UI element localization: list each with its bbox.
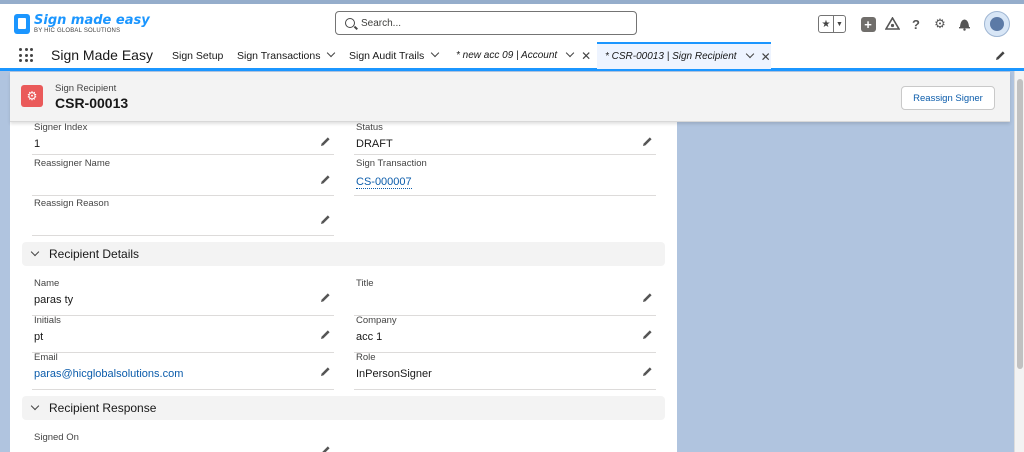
field-label: Reassign Reason [34,198,109,209]
field-value: acc 1 [356,331,383,343]
tab-csr-00013[interactable]: * CSR-00013 | Sign Recipient ✕ [597,42,771,69]
tab-new-acc-09[interactable]: * new acc 09 | Account ✕ [448,42,596,69]
chevron-down-icon [30,247,40,257]
setup-gear-icon[interactable]: ⚙ [932,16,948,32]
field-label: Name [34,278,60,289]
edit-pencil-icon[interactable] [320,292,331,303]
field-initials: Initials pt [32,315,334,353]
field-label: Signed On [34,432,79,443]
close-icon[interactable]: ✕ [581,49,591,63]
field-signer-index: Signer Index 1 [32,122,334,155]
edit-pencil-icon[interactable] [320,445,331,452]
section-recipient-details[interactable]: Recipient Details [22,242,665,266]
sign-transaction-link[interactable]: CS-000007 [356,176,412,189]
field-value: DRAFT [356,138,393,150]
field-value: 1 [34,138,41,150]
scrollbar-thumb[interactable] [1017,79,1023,369]
favorites-button[interactable]: ★ ▼ [818,15,846,33]
chevron-down-icon[interactable] [745,49,754,58]
field-title: Title [354,278,656,316]
edit-pencil-icon[interactable] [320,174,331,185]
field-sign-transaction: Sign Transaction CS-000007 [354,158,656,196]
section-recipient-response[interactable]: Recipient Response [22,396,665,420]
nav-item-sign-transactions[interactable]: Sign Transactions [237,48,336,62]
field-signed-on: Signed On [32,432,334,452]
field-label: Initials [34,315,61,326]
field-label: Role [356,352,376,363]
chevron-down-icon [30,401,40,411]
logo-icon [14,14,30,34]
field-email: Email paras@hicglobalsolutions.com [32,352,334,390]
field-name: Name paras ty [32,278,334,316]
sign-recipient-object-icon [21,85,43,107]
search-placeholder: Search... [361,17,402,29]
tab-label: * new acc 09 | Account [456,50,558,61]
logo-title: Sign made easy [34,13,150,28]
field-label: Signer Index [34,122,88,133]
field-label: Status [356,122,383,133]
search-icon [345,18,355,28]
page-scrollbar[interactable] [1014,71,1024,452]
edit-pencil-icon[interactable] [642,136,653,147]
field-role: Role InPersonSigner [354,352,656,390]
help-icon[interactable]: ? [908,16,924,32]
field-value: InPersonSigner [356,368,432,380]
record-name: CSR-00013 [55,95,129,111]
section-title: Recipient Response [49,401,157,415]
edit-nav-pencil-icon[interactable] [995,50,1006,64]
app-name: Sign Made Easy [51,47,153,63]
user-avatar[interactable] [984,11,1010,37]
logo-subtitle: BY HIC GLOBAL SOLUTIONS [34,28,121,34]
field-company: Company acc 1 [354,315,656,353]
star-icon[interactable]: ★ [819,16,833,32]
field-value: pt [34,331,44,343]
field-status: Status DRAFT [354,122,656,155]
edit-pencil-icon[interactable] [320,136,331,147]
field-reassigner-name: Reassigner Name [32,158,334,196]
nav-item-label: Sign Audit Trails [349,50,425,62]
nav-item-label: Sign Transactions [237,50,321,62]
edit-pencil-icon[interactable] [642,292,653,303]
nav-item-sign-audit-trails[interactable]: Sign Audit Trails [349,48,440,62]
favorites-dropdown-icon[interactable]: ▼ [833,16,845,32]
record-detail-panel: Signer Index 1 Status DRAFT Reassigner N… [10,122,677,452]
field-value: paras ty [34,294,74,306]
nav-item-sign-setup[interactable]: Sign Setup [172,50,223,62]
global-search[interactable]: Search... [335,11,637,35]
app-navbar: Sign Made Easy Sign Setup Sign Transacti… [0,42,1024,71]
edit-pencil-icon[interactable] [320,214,331,225]
section-title: Recipient Details [49,247,140,261]
chevron-down-icon[interactable] [431,48,440,58]
field-label: Company [356,315,397,326]
edit-pencil-icon[interactable] [320,366,331,377]
field-reassign-reason: Reassign Reason [32,198,334,236]
field-label: Reassigner Name [34,158,111,169]
header-utilities: ★ ▼ + ? ⚙ [818,10,1010,38]
trailhead-icon[interactable] [884,16,900,32]
record-highlights: Sign Recipient CSR-00013 Reassign Signer [10,72,1010,122]
field-label: Email [34,352,58,363]
edit-pencil-icon[interactable] [320,329,331,340]
tab-label: * CSR-00013 | Sign Recipient [605,51,737,62]
chevron-down-icon[interactable] [565,48,575,57]
field-label: Sign Transaction [356,158,427,169]
global-header: Sign made easy BY HIC GLOBAL SOLUTIONS S… [0,4,1024,42]
page-background [677,122,1010,452]
plus-icon: + [860,16,876,32]
reassign-signer-button[interactable]: Reassign Signer [901,86,995,110]
notifications-bell-icon[interactable] [956,16,972,32]
app-launcher-icon[interactable] [19,48,33,62]
field-label: Title [356,278,374,289]
global-actions-button[interactable]: + [860,16,876,32]
object-type-label: Sign Recipient [55,83,117,94]
edit-pencil-icon[interactable] [642,329,653,340]
chevron-down-icon[interactable] [327,48,336,58]
app-logo[interactable]: Sign made easy BY HIC GLOBAL SOLUTIONS [14,10,150,38]
close-icon[interactable]: ✕ [761,50,771,64]
email-link[interactable]: paras@hicglobalsolutions.com [34,368,183,380]
edit-pencil-icon[interactable] [642,366,653,377]
